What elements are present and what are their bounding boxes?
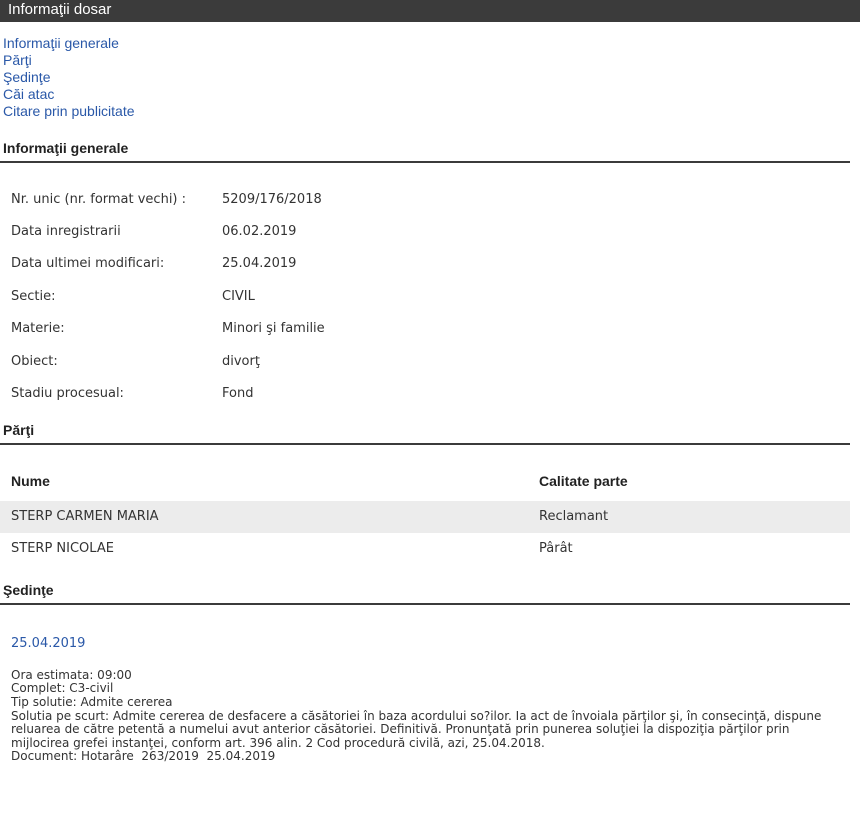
info-value: Minori şi familie xyxy=(222,321,325,337)
party-role: Pârât xyxy=(539,541,573,557)
info-row: Obiect: divorţ xyxy=(11,345,325,377)
table-header-row: Nume Calitate parte xyxy=(0,462,850,501)
nav-link-sedinte[interactable]: Şedinţe xyxy=(3,69,860,86)
info-row: Data inregistrarii 06.02.2019 xyxy=(11,215,325,247)
section-heading-sedinte: Şedinţe xyxy=(0,582,850,605)
info-row: Materie: Minori şi familie xyxy=(11,313,325,345)
party-role: Reclamant xyxy=(528,500,850,533)
section-heading-informatii-generale: Informaţii generale xyxy=(0,140,850,163)
info-label: Data inregistrarii xyxy=(11,224,121,240)
session-details: Ora estimata: 09:00 Complet: C3-civil Ti… xyxy=(0,667,841,764)
info-label: Stadiu procesual: xyxy=(11,386,124,402)
nav-link-citare-publicitate[interactable]: Citare prin publicitate xyxy=(3,103,860,120)
case-info-table: Nr. unic (nr. format vechi) : 5209/176/2… xyxy=(11,183,325,410)
info-label: Data ultimei modificari: xyxy=(11,256,165,272)
session-date: 25.04.2019 xyxy=(11,635,86,651)
info-row: Data ultimei modificari: 25.04.2019 xyxy=(11,248,325,280)
table-row: STERP NICOLAE Pârât xyxy=(0,533,850,565)
info-value: divorţ xyxy=(222,353,260,369)
info-row: Nr. unic (nr. format vechi) : 5209/176/2… xyxy=(11,183,325,215)
info-value: 5209/176/2018 xyxy=(222,191,322,207)
nav-link-parti[interactable]: Părţi xyxy=(3,52,860,69)
info-row: Sectie: CIVIL xyxy=(11,280,325,312)
table-row: STERP CARMEN MARIA Reclamant xyxy=(0,500,850,533)
column-header-calitate: Calitate parte xyxy=(539,473,628,490)
session-solution-type: Tip solutie: Admite cererea xyxy=(11,694,173,709)
party-name: STERP CARMEN MARIA xyxy=(0,500,528,533)
parties-table: Nume Calitate parte STERP CARMEN MARIA R… xyxy=(0,462,850,565)
section-heading-parti: Părţi xyxy=(0,422,850,445)
info-label: Sectie: xyxy=(11,288,56,304)
nav-link-cai-atac[interactable]: Căi atac xyxy=(3,86,860,103)
session-document: Document: Hotarâre 263/2019 25.04.2019 xyxy=(11,749,276,764)
info-value: CIVIL xyxy=(222,288,255,304)
page-title: Informaţii dosar xyxy=(8,1,112,18)
info-label: Obiect: xyxy=(11,353,58,369)
info-label: Materie: xyxy=(11,321,65,337)
session-solution-summary: Solutia pe scurt: Admite cererea de desf… xyxy=(11,708,822,750)
session-time: Ora estimata: 09:00 xyxy=(11,667,132,682)
page-title-bar: Informaţii dosar xyxy=(0,0,860,22)
party-name: STERP NICOLAE xyxy=(11,541,114,557)
nav-link-informatii-generale[interactable]: Informaţii generale xyxy=(3,35,860,52)
section-nav: Informaţii generale Părţi Şedinţe Căi at… xyxy=(0,35,860,120)
info-value: 06.02.2019 xyxy=(222,224,297,240)
info-row: Stadiu procesual: Fond xyxy=(11,377,325,409)
column-header-nume: Nume xyxy=(11,473,50,490)
info-label: Nr. unic (nr. format vechi) : xyxy=(11,191,187,207)
info-value: 25.04.2019 xyxy=(222,256,297,272)
session-panel: Complet: C3-civil xyxy=(11,681,114,696)
info-value: Fond xyxy=(222,386,254,402)
